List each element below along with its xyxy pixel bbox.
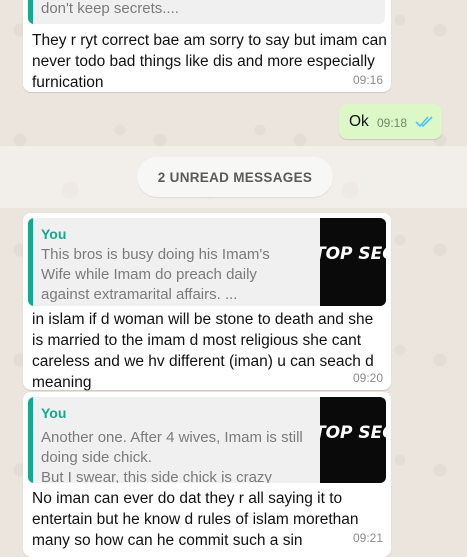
quote-author: You — [41, 226, 67, 242]
message-text: They r ryt correct bae am sorry to say b… — [32, 32, 387, 91]
message-text: Ok — [349, 113, 369, 130]
message-time: 09:16 — [352, 73, 383, 87]
message-time: 09:21 — [352, 531, 383, 545]
double-check-read-icon — [415, 116, 433, 128]
quote-text: don't keep secrets.... — [41, 0, 179, 17]
quote-accent-bar — [28, 0, 33, 24]
quote-accent-bar — [28, 218, 33, 306]
quote-accent-bar — [28, 397, 33, 483]
quoted-message[interactable]: don't keep secrets.... — [28, 0, 385, 24]
message-time: 09:18 — [377, 116, 408, 130]
quote-thumbnail-image: TOP SECRET — [320, 218, 386, 306]
thumbnail-caption: TOP SECRET — [320, 244, 386, 264]
message-bubble-incoming[interactable]: You This bros is busy doing his Imam's W… — [23, 213, 391, 391]
message-text: No iman can ever do dat they r all sayin… — [32, 490, 359, 549]
unread-messages-banner: 2 UNREAD MESSAGES — [137, 157, 333, 197]
quoted-message[interactable]: You Another one. After 4 wives, Imam is … — [28, 397, 386, 483]
message-bubble-outgoing[interactable]: Ok 09:18 — [339, 104, 442, 139]
quote-author: You — [41, 405, 67, 421]
quote-thumbnail-image: TOP SECRET — [320, 397, 386, 483]
message-time: 09:20 — [352, 371, 383, 385]
message-bubble-incoming[interactable]: don't keep secrets.... They r ryt correc… — [23, 0, 391, 92]
message-bubble-incoming[interactable]: You Another one. After 4 wives, Imam is … — [23, 392, 391, 557]
quote-text: Another one. After 4 wives, Imam is stil… — [41, 429, 303, 483]
thumbnail-caption: TOP SECRET — [320, 423, 386, 443]
quoted-message[interactable]: You This bros is busy doing his Imam's W… — [28, 218, 386, 306]
quote-text: This bros is busy doing his Imam's Wife … — [41, 246, 270, 303]
message-text: in islam if d woman will be stone to dea… — [32, 311, 374, 391]
